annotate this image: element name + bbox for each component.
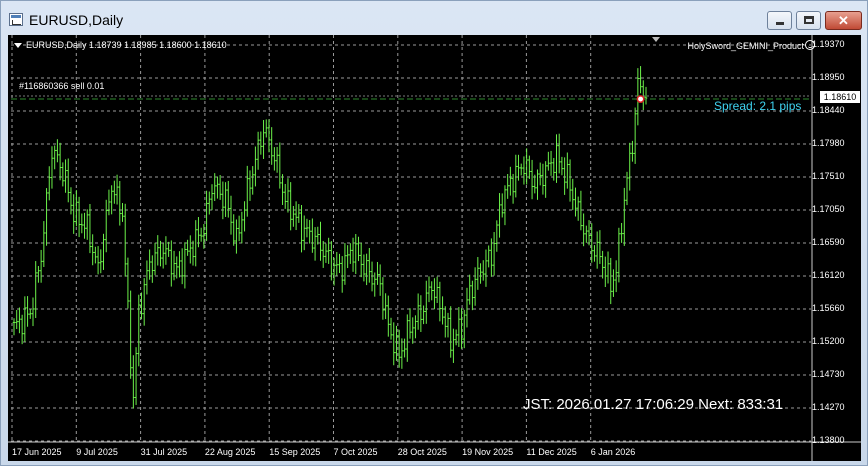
expert-advisor-name: HolySword_GEMINI_Product	[687, 41, 804, 51]
time-tick-label: 11 Dec 2025	[526, 447, 577, 457]
order-label[interactable]: #116860366 sell 0.01	[19, 81, 104, 91]
price-tick-label: 1.16120	[812, 270, 845, 280]
price-chart[interactable]: EURUSD,Daily 1.18739 1.18985 1.18600 1.1…	[8, 35, 861, 461]
collapse-triangle-icon[interactable]	[14, 43, 22, 49]
chart-shift-marker-icon	[652, 37, 660, 42]
ohlc-header: EURUSD,Daily 1.18739 1.18985 1.18600 1.1…	[14, 40, 227, 50]
price-tick-label: 1.13800	[812, 435, 845, 445]
price-tick-label: 1.17980	[812, 138, 845, 148]
time-tick-label: 9 Jul 2025	[76, 447, 118, 457]
chart-window-icon	[9, 13, 23, 26]
time-tick-label: 6 Jan 2026	[590, 447, 636, 457]
time-tick-label: 28 Oct 2025	[397, 447, 447, 457]
price-tick-label: 1.19370	[812, 39, 845, 49]
time-tick-label: 31 Jul 2025	[140, 447, 188, 457]
time-tick-label: 17 Jun 2025	[12, 447, 62, 457]
price-tick-label: 1.16590	[812, 237, 845, 247]
price-tick-label: 1.14270	[812, 402, 845, 412]
minimize-button[interactable]	[767, 11, 792, 30]
server-time-readout: JST: 2026.01.27 17:06:29 Next: 833:31	[523, 396, 784, 413]
time-tick-label: 22 Aug 2025	[204, 447, 256, 457]
price-tick-label: 1.14730	[812, 369, 845, 379]
title-bar[interactable]: EURUSD,Daily ✕	[1, 1, 867, 35]
price-tick-label: 1.17050	[812, 204, 845, 214]
time-tick-label: 19 Nov 2025	[462, 447, 514, 457]
price-tick-label: 1.15660	[812, 303, 845, 313]
close-button[interactable]: ✕	[825, 11, 862, 30]
price-tick-label: 1.17510	[812, 171, 845, 181]
order-marker-icon	[636, 95, 645, 103]
current-price-label: 1.18610	[820, 91, 860, 103]
price-tick-label: 1.18440	[812, 105, 845, 115]
price-tick-label: 1.15200	[812, 336, 845, 346]
maximize-icon	[804, 16, 814, 24]
chart-window: EURUSD,Daily ✕ EURUSD,Daily 1.18739 1.18…	[0, 0, 868, 466]
ohlc-text: EURUSD,Daily 1.18739 1.18985 1.18600 1.1…	[26, 40, 227, 50]
window-title: EURUSD,Daily	[29, 12, 124, 28]
minimize-icon	[776, 22, 784, 25]
close-icon: ✕	[838, 13, 849, 28]
spread-readout: Spread: 2.1 pips	[714, 99, 802, 113]
maximize-button[interactable]	[796, 11, 821, 30]
time-tick-label: 7 Oct 2025	[333, 447, 378, 457]
price-tick-label: 1.18950	[812, 72, 845, 82]
time-tick-label: 15 Sep 2025	[269, 447, 321, 457]
